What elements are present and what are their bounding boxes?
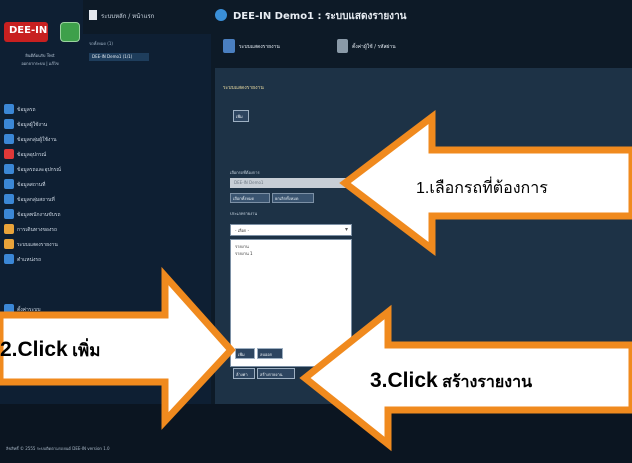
arrow-2-label-en: 2.Click (0, 338, 68, 361)
arrow-2-label-th: เพิ่ม (72, 341, 101, 360)
arrow-3-label: 3.Click สร้างรายงาน (370, 369, 532, 395)
arrow-1-label: 1.เลือกรถที่ต้องการ (416, 180, 548, 197)
arrow-2-label: 2.Click เพิ่ม (0, 337, 100, 364)
app-window: DEE-IN ยินดีต้อนรับ Test ออกจากระบบ | แก… (0, 0, 632, 463)
annotation-arrows (0, 109, 632, 452)
arrow-3-label-en: 3.Click (370, 369, 438, 392)
arrow-3-label-th: สร้างรายงาน (442, 374, 533, 391)
